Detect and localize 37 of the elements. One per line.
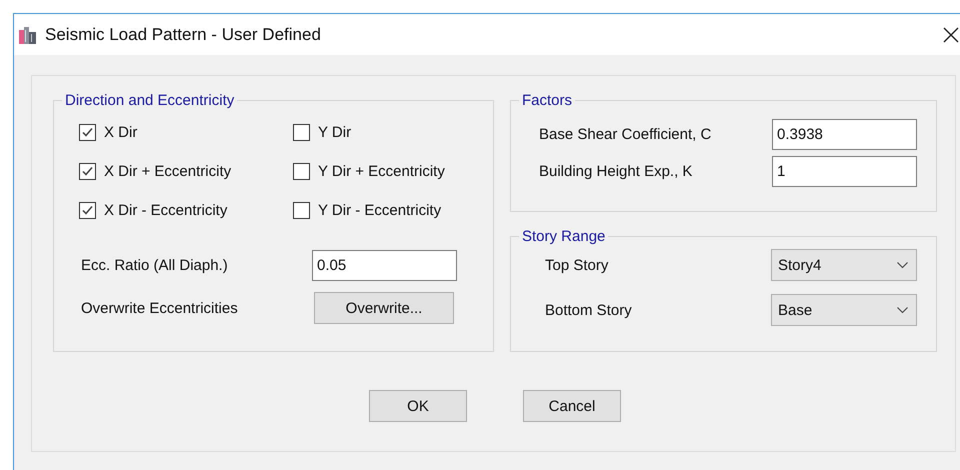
checkbox[interactable]: [79, 162, 96, 180]
checkmark-icon: [81, 126, 94, 138]
group-title: Direction and Eccentricity: [64, 92, 236, 109]
checkmark-icon: [81, 204, 94, 216]
field-label: Top Story: [545, 256, 610, 274]
checkbox[interactable]: [293, 124, 310, 140]
checkbox[interactable]: [293, 162, 310, 180]
ecc-ratio-field[interactable]: 0.05: [312, 250, 457, 281]
checkmark-icon: [81, 164, 94, 178]
checkbox[interactable]: [79, 202, 96, 218]
checkbox-option[interactable]: Y Dir - Eccentricity: [293, 200, 493, 220]
dialog-button[interactable]: Cancel: [523, 390, 621, 422]
story-dropdown[interactable]: Story4: [771, 249, 917, 281]
checkbox-option[interactable]: Y Dir + Eccentricity: [293, 161, 493, 181]
checkbox-option[interactable]: X Dir - Eccentricity: [79, 200, 293, 220]
checkbox[interactable]: [79, 124, 96, 140]
checkbox-option[interactable]: Y Dir: [293, 122, 493, 142]
field-label: Ecc. Ratio (All Diaph.): [81, 257, 229, 274]
dialog-button[interactable]: OK: [369, 390, 467, 422]
number-field[interactable]: 1: [772, 156, 917, 187]
number-field[interactable]: 0.3938: [772, 119, 917, 150]
field-label: Overwrite Eccentricities: [81, 300, 239, 316]
chevron-down-icon: [897, 262, 908, 268]
story-dropdown[interactable]: Base: [771, 294, 917, 326]
checkbox[interactable]: [293, 202, 310, 218]
field-label: Bottom Story: [545, 302, 633, 318]
field-label: Base Shear Coefficient, C: [539, 126, 712, 143]
checkbox-option[interactable]: X Dir: [79, 122, 293, 142]
chevron-down-icon: [897, 306, 908, 314]
checkbox-option[interactable]: X Dir + Eccentricity: [79, 161, 293, 181]
field-label: Building Height Exp., K: [539, 163, 694, 180]
group-title: Story Range: [521, 228, 606, 245]
close-icon[interactable]: [943, 26, 959, 42]
building-icon: [19, 26, 37, 44]
window-title: Seismic Load Pattern - User Defined: [45, 24, 322, 44]
group-title: Factors: [521, 92, 574, 109]
overwrite-button[interactable]: Overwrite...: [314, 292, 454, 324]
